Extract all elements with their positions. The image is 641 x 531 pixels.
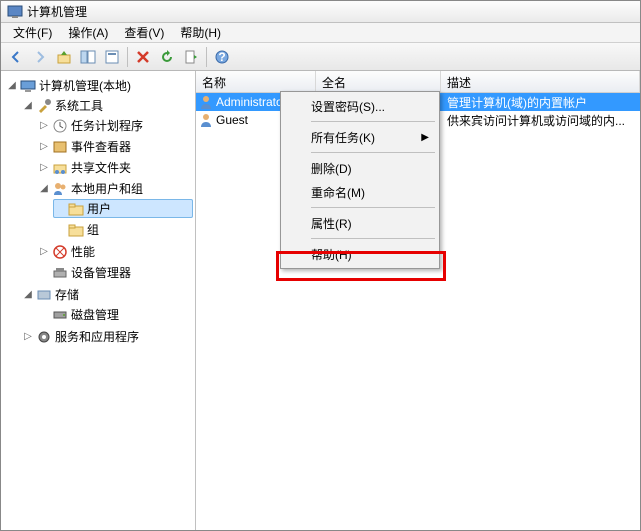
back-button[interactable] [5, 46, 27, 68]
ctx-separator [311, 238, 435, 239]
delete-button[interactable] [132, 46, 154, 68]
svg-text:?: ? [218, 50, 225, 64]
ctx-separator [311, 207, 435, 208]
expand-icon[interactable]: ▷ [39, 246, 49, 257]
tree-label: 用户 [87, 200, 111, 217]
clock-icon [52, 118, 68, 134]
user-desc: 管理计算机(域)的内置帐户 [441, 94, 640, 111]
ctx-separator [311, 152, 435, 153]
export-button[interactable] [180, 46, 202, 68]
tree-label: 系统工具 [55, 97, 103, 114]
properties-toolbar-button[interactable] [101, 46, 123, 68]
services-icon [36, 329, 52, 345]
menu-action[interactable]: 操作(A) [60, 22, 116, 43]
tree-label: 本地用户和组 [71, 180, 143, 197]
tree-storage[interactable]: ◢ 存储 [21, 285, 193, 304]
toolbar: ? [1, 43, 640, 71]
submenu-arrow-icon: ▶ [421, 132, 429, 143]
forward-button[interactable] [29, 46, 51, 68]
share-icon [52, 160, 68, 176]
users-icon [52, 181, 68, 197]
up-button[interactable] [53, 46, 75, 68]
tree-event-viewer[interactable]: ▷ 事件查看器 [37, 137, 193, 156]
context-menu: 设置密码(S)... 所有任务(K)▶ 删除(D) 重命名(M) 属性(R) 帮… [280, 91, 440, 269]
menu-file[interactable]: 文件(F) [5, 22, 60, 43]
user-icon [198, 112, 214, 128]
ctx-all-tasks[interactable]: 所有任务(K)▶ [283, 125, 437, 149]
menu-view[interactable]: 查看(V) [116, 22, 172, 43]
expand-icon[interactable]: ▷ [23, 331, 33, 342]
storage-icon [36, 287, 52, 303]
ctx-delete[interactable]: 删除(D) [283, 156, 437, 180]
ctx-help[interactable]: 帮助(H) [283, 242, 437, 266]
tree-users[interactable]: ▷用户 [53, 199, 193, 218]
folder-icon [68, 222, 84, 238]
tree-performance[interactable]: ▷ 性能 [37, 242, 193, 261]
refresh-button[interactable] [156, 46, 178, 68]
user-name: Guest [216, 113, 248, 127]
tree-label: 组 [87, 221, 99, 238]
show-hide-tree-button[interactable] [77, 46, 99, 68]
help-button[interactable]: ? [211, 46, 233, 68]
user-icon [198, 94, 214, 110]
toolbar-separator [206, 47, 207, 67]
list-panel: 名称 全名 描述 Administrator 管理计算机(域)的内置帐户 Guest… [196, 71, 640, 530]
tree-label: 存储 [55, 286, 79, 303]
tree-local-users-groups[interactable]: ◢ 本地用户和组 [37, 179, 193, 198]
tree-label: 设备管理器 [71, 264, 131, 281]
app-icon [7, 4, 23, 20]
event-icon [52, 139, 68, 155]
ctx-set-password[interactable]: 设置密码(S)... [283, 94, 437, 118]
list-header: 名称 全名 描述 [196, 71, 640, 93]
titlebar: 计算机管理 [1, 1, 640, 23]
tree-groups[interactable]: ▷组 [53, 220, 193, 239]
main-area: ◢ 计算机管理(本地) ◢ 系统工具 ▷ 任务计划程序 ▷ 事件查看器 [1, 71, 640, 530]
collapse-icon[interactable]: ◢ [23, 100, 33, 111]
menubar: 文件(F) 操作(A) 查看(V) 帮助(H) [1, 23, 640, 43]
tree-label: 服务和应用程序 [55, 328, 139, 345]
expand-icon[interactable]: ▷ [39, 141, 49, 152]
tree-label: 事件查看器 [71, 138, 131, 155]
tree-system-tools[interactable]: ◢ 系统工具 [21, 96, 193, 115]
tree-root-label: 计算机管理(本地) [39, 77, 131, 94]
user-name: Administrator [216, 95, 287, 109]
tree-label: 任务计划程序 [71, 117, 143, 134]
computer-icon [20, 78, 36, 94]
collapse-icon[interactable]: ◢ [23, 289, 33, 300]
window-title: 计算机管理 [27, 3, 87, 20]
expand-icon[interactable]: ▷ [39, 120, 49, 131]
tree-label: 共享文件夹 [71, 159, 131, 176]
col-name[interactable]: 名称 [196, 71, 316, 92]
tree-disk-mgmt[interactable]: ▷磁盘管理 [37, 305, 193, 324]
menu-help[interactable]: 帮助(H) [172, 22, 229, 43]
tree-label: 磁盘管理 [71, 306, 119, 323]
ctx-rename[interactable]: 重命名(M) [283, 180, 437, 204]
col-desc[interactable]: 描述 [441, 71, 640, 92]
tree-task-scheduler[interactable]: ▷ 任务计划程序 [37, 116, 193, 135]
perf-icon [52, 244, 68, 260]
tools-icon [36, 98, 52, 114]
tree-root[interactable]: ◢ 计算机管理(本地) [5, 76, 193, 95]
folder-icon [68, 201, 84, 217]
tree-label: 性能 [71, 243, 95, 260]
expand-icon[interactable]: ▷ [39, 162, 49, 173]
ctx-properties[interactable]: 属性(R) [283, 211, 437, 235]
user-desc: 供来宾访问计算机或访问域的内... [441, 112, 640, 129]
col-fullname[interactable]: 全名 [316, 71, 441, 92]
ctx-separator [311, 121, 435, 122]
disk-icon [52, 307, 68, 323]
collapse-icon[interactable]: ◢ [39, 183, 49, 194]
toolbar-separator [127, 47, 128, 67]
tree-shared-folders[interactable]: ▷ 共享文件夹 [37, 158, 193, 177]
tree-device-manager[interactable]: ▷设备管理器 [37, 263, 193, 282]
device-icon [52, 265, 68, 281]
collapse-icon[interactable]: ◢ [7, 80, 17, 91]
tree-panel: ◢ 计算机管理(本地) ◢ 系统工具 ▷ 任务计划程序 ▷ 事件查看器 [1, 71, 196, 530]
tree-services-apps[interactable]: ▷ 服务和应用程序 [21, 327, 193, 346]
